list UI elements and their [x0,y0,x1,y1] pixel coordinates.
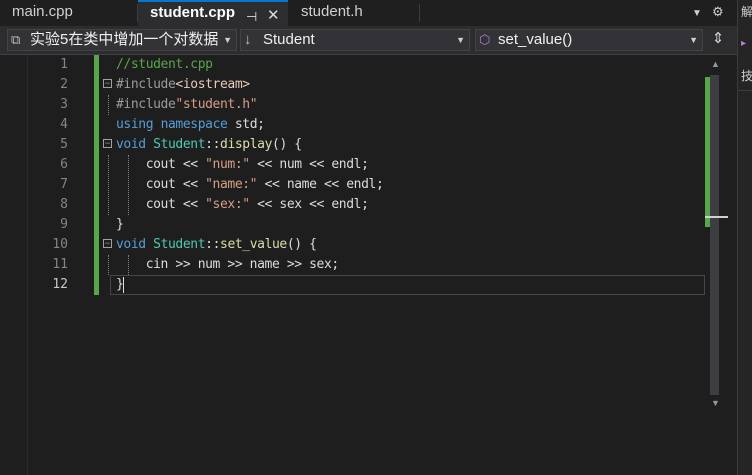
change-marker [94,115,99,135]
code-editor[interactable]: 1 //student.cpp 2 − #include<iostream> 3… [0,55,737,475]
scope-dropdown-label: Student [263,31,315,48]
tab-bar: main.cpp student.cpp ⊣ ✕ student.h ▼ ⚙ [0,0,737,26]
side-panel-char: ▸ [741,38,747,49]
scope-guide [108,95,110,115]
line-code: } [116,276,125,293]
scrollbar-thumb[interactable] [710,75,719,395]
chevron-down-icon: ▼ [689,35,698,45]
tab-divider [419,4,420,22]
line-code: #include"student.h" [116,97,258,112]
line-code: cout << "name:" << name << endl; [116,177,384,192]
code-line: 5 − void Student::display() { [0,135,705,155]
line-number: 12 [52,277,68,292]
line-number: 6 [60,157,68,172]
line-number: 8 [60,197,68,212]
change-marker [94,135,99,155]
code-line: 1 //student.cpp [0,55,705,75]
chevron-down-icon: ▼ [223,35,232,45]
code-line: 8 cout << "sex:" << sex << endl; [0,195,705,215]
fold-collapse-icon[interactable]: − [103,139,112,148]
member-dropdown[interactable]: ⬡ set_value() ▼ [475,29,703,51]
side-panel-strip: 解 ▸ 技 [737,0,752,475]
code-line: 10 − void Student::set_value() { [0,235,705,255]
code-line: 12 } [0,275,705,295]
scope-guide [108,255,110,275]
caret-position-marker [705,216,728,218]
code-line: 2 − #include<iostream> [0,75,705,95]
scroll-up-icon[interactable]: ▲ [711,59,720,69]
scope-dropdown[interactable]: ↓ Student ▼ [240,29,470,51]
divider [738,90,752,91]
chevron-down-icon: ▼ [456,35,465,45]
line-number: 4 [60,117,68,132]
line-number: 10 [52,237,68,252]
navigation-bar: ⧉ 实验5在类中增加一个对数据 ▼ ↓ Student ▼ ⬡ set_valu… [0,26,737,55]
scope-arrow-icon: ↓ [244,31,252,48]
code-line: 7 cout << "name:" << name << endl; [0,175,705,195]
fold-collapse-icon[interactable]: − [103,239,112,248]
change-marker [94,95,99,115]
line-code: cin >> num >> name >> sex; [116,257,340,272]
indent-guide [128,255,130,275]
tab-label: student.h [301,3,363,20]
change-marker [94,75,99,95]
code-line: 11 cin >> num >> name >> sex; [0,255,705,275]
project-icon: ⧉ [11,32,21,47]
line-code: #include<iostream> [116,77,250,92]
change-marker [94,215,99,235]
line-code: cout << "num:" << num << endl; [116,157,369,172]
line-number: 5 [60,137,68,152]
tab-main-cpp[interactable]: main.cpp [0,0,137,26]
line-number: 11 [52,257,68,272]
line-code: using namespace std; [116,117,265,132]
change-marker [94,195,99,215]
project-dropdown[interactable]: ⧉ 实验5在类中增加一个对数据 ▼ [7,29,237,51]
scroll-down-icon[interactable]: ▼ [711,398,720,408]
member-dropdown-label: set_value() [498,31,573,48]
code-line: 4 using namespace std; [0,115,705,135]
line-code: void Student::display() { [116,137,302,152]
close-icon[interactable]: ✕ [267,5,280,27]
scope-guide [108,155,110,215]
code-line: 6 cout << "num:" << num << endl; [0,155,705,175]
change-marker [94,275,99,295]
change-marker [94,235,99,255]
line-number: 7 [60,177,68,192]
line-code: void Student::set_value() { [116,237,317,252]
vertical-scrollbar[interactable]: ▲ ▼ [705,55,728,475]
change-marker [94,175,99,195]
change-marker [94,155,99,175]
line-code: cout << "sex:" << sex << endl; [116,197,369,212]
tab-student-h[interactable]: student.h [289,0,419,26]
pin-icon[interactable]: ⊣ [246,6,257,28]
change-overview-marker [705,77,710,227]
text-caret [123,276,125,293]
method-cube-icon: ⬡ [479,32,491,47]
tab-label: main.cpp [12,3,73,20]
line-number: 2 [60,77,68,92]
indent-guide [128,155,130,215]
line-code: } [116,217,124,232]
code-line: 3 #include"student.h" [0,95,705,115]
change-marker [94,55,99,75]
tab-label: student.cpp [150,4,235,21]
split-editor-icon[interactable]: ⇕ [703,29,733,51]
line-code: //student.cpp [116,57,213,72]
code-line: 9 } [0,215,705,235]
change-marker [94,255,99,275]
line-number: 9 [60,217,68,232]
project-dropdown-label: 实验5在类中增加一个对数据 [30,31,218,48]
side-panel-char: 解 [741,5,752,19]
fold-collapse-icon[interactable]: − [103,79,112,88]
tab-student-cpp[interactable]: student.cpp ⊣ ✕ [138,0,288,26]
chevron-down-icon[interactable]: ▼ [692,8,702,19]
gear-icon[interactable]: ⚙ [712,4,724,20]
line-number: 1 [60,57,68,72]
side-panel-char: 技 [741,69,752,83]
line-number: 3 [60,97,68,112]
